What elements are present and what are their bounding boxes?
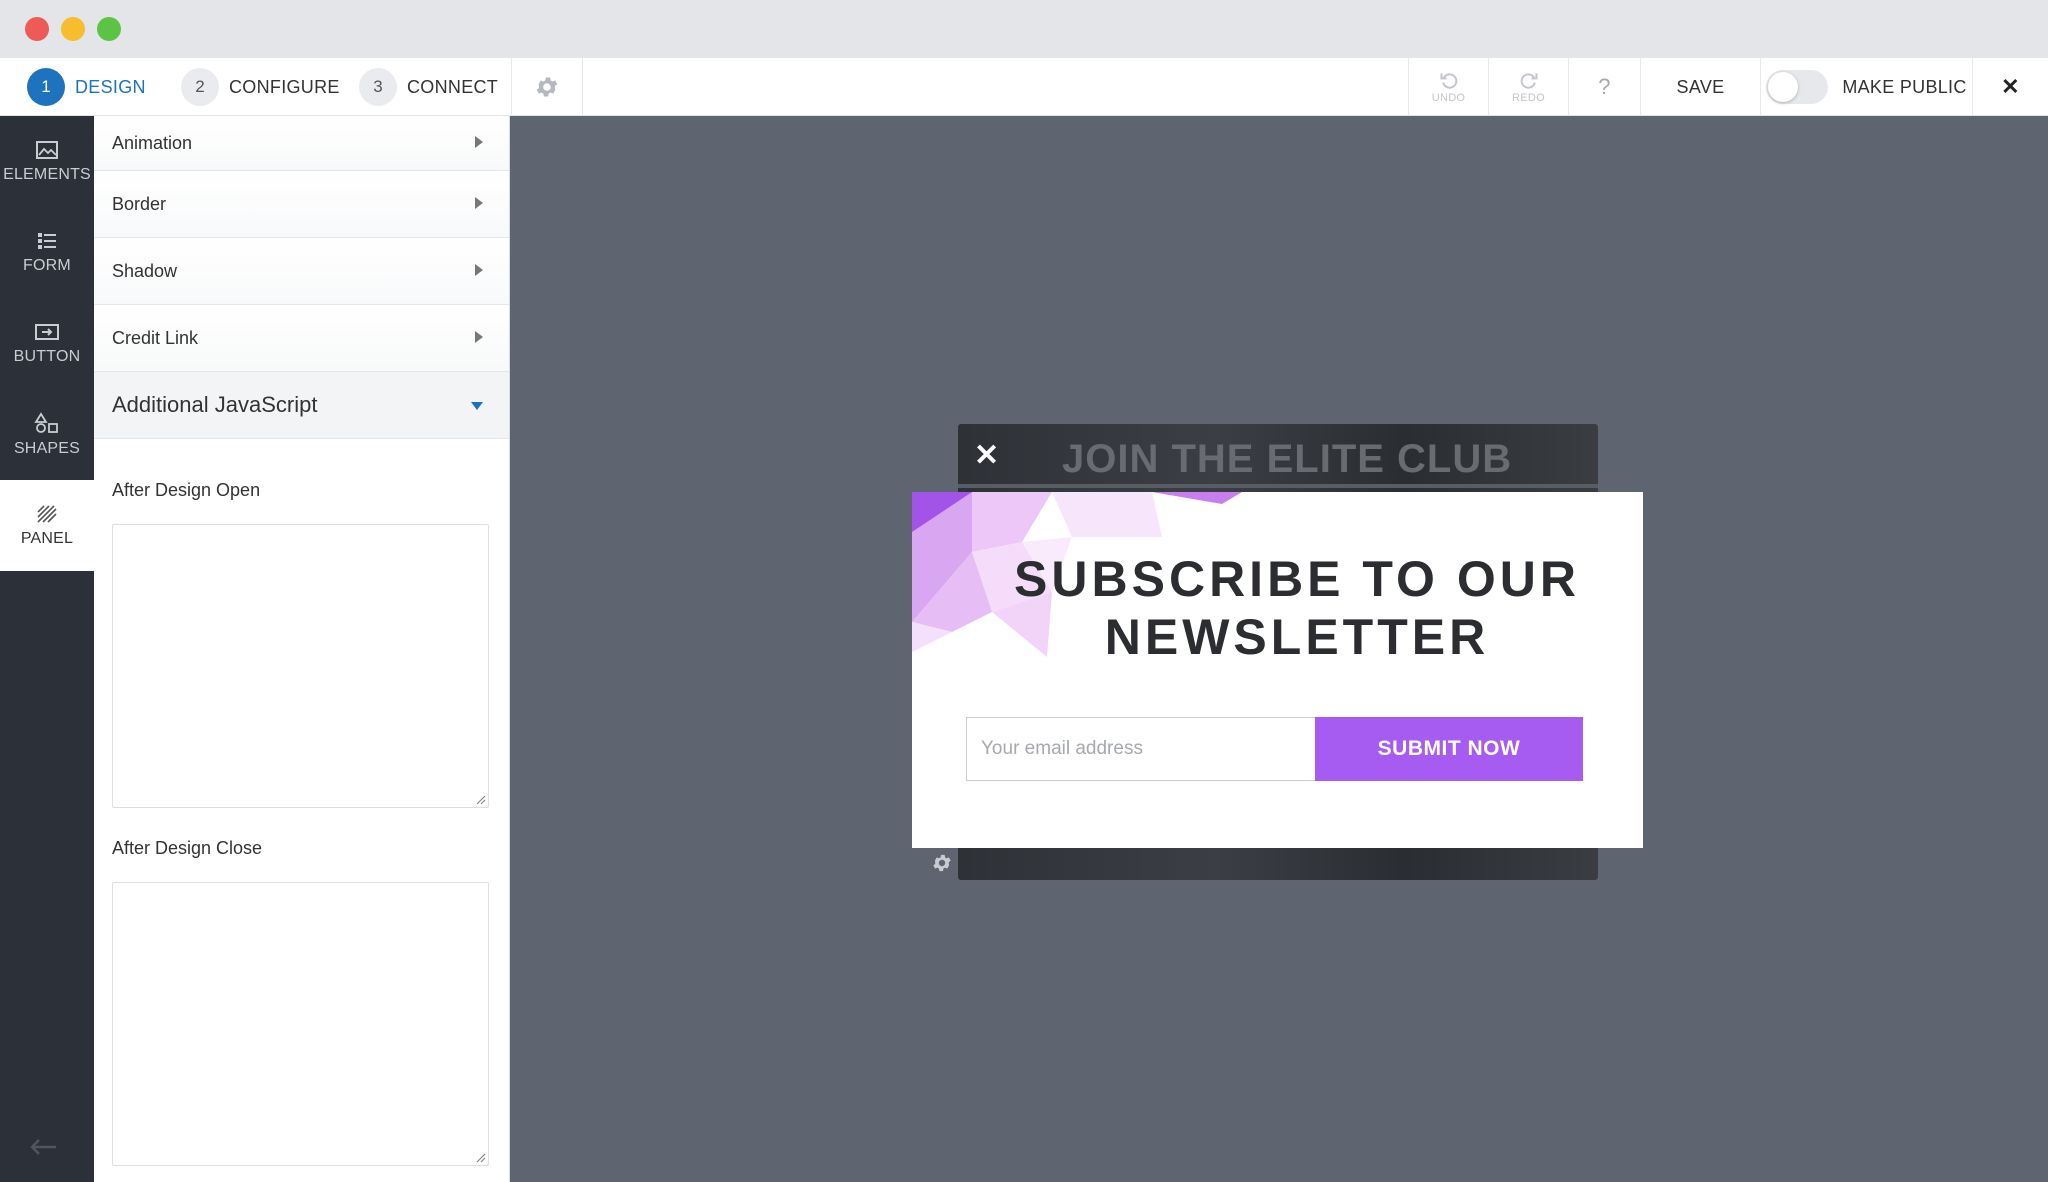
after-close-textarea[interactable] [112,882,489,1166]
gear-icon [933,854,951,872]
popup-close-button[interactable]: ✕ [974,438,999,473]
section-shadow[interactable]: Shadow [94,238,509,305]
section-label: Additional JavaScript [112,392,318,417]
step-configure[interactable]: 2 CONFIGURE [181,68,340,106]
step-label: CONFIGURE [229,76,340,97]
caret-right-icon [475,136,483,148]
step-label: DESIGN [75,76,146,97]
undo-button[interactable]: UNDO [1408,58,1488,116]
help-button[interactable]: ? [1568,58,1640,116]
redo-label: REDO [1512,92,1545,104]
panel-icon [37,504,57,523]
rail-label: ELEMENTS [3,165,91,183]
save-label: SAVE [1676,76,1725,97]
arrow-left-icon [30,1139,56,1155]
headline-line-2: NEWSLETTER [1104,609,1490,665]
after-open-textarea[interactable] [112,524,489,808]
headline-line-1: SUBSCRIBE TO OUR [1014,551,1580,607]
caret-right-icon [475,264,483,276]
save-button[interactable]: SAVE [1640,58,1760,116]
decor-stripe [958,484,1598,488]
step-number: 3 [359,68,397,106]
step-label: CONNECT [407,76,499,97]
element-settings-button[interactable] [931,852,953,879]
window-minimize-button[interactable] [61,17,85,41]
section-credit-link[interactable]: Credit Link [94,305,509,372]
help-icon: ? [1598,74,1611,99]
toggle-knob [1768,72,1799,102]
list-icon [38,232,56,249]
rail-item-shapes[interactable]: SHAPES [0,389,94,480]
window-close-button[interactable] [25,17,49,41]
make-public-control[interactable]: MAKE PUBLIC [1760,58,1972,116]
step-design[interactable]: 1 DESIGN [27,68,146,106]
undo-icon [1440,73,1457,89]
after-open-label: After Design Open [112,480,261,500]
after-close-label: After Design Close [112,838,263,858]
rail-label: FORM [23,256,71,274]
window-maximize-button[interactable] [97,17,121,41]
rail-label: BUTTON [13,347,81,365]
caret-right-icon [475,197,483,209]
settings-button[interactable] [511,58,583,116]
section-label: Credit Link [112,327,199,348]
button-icon [35,323,59,340]
shapes-icon [34,411,58,433]
caret-right-icon [475,331,483,343]
step-number: 2 [181,68,219,106]
close-editor-button[interactable]: ✕ [1972,58,2048,116]
rail-label: PANEL [20,529,74,547]
submit-button[interactable]: SUBMIT NOW [1315,717,1583,781]
section-label: Border [112,193,167,214]
section-label: Animation [112,132,193,153]
resize-handle-icon[interactable] [474,793,486,805]
close-icon: ✕ [2001,74,2020,99]
rail-item-form[interactable]: FORM [0,207,94,298]
rail-label: SHAPES [13,439,81,457]
step-number: 1 [27,68,65,106]
settings-panel: Animation Border Shadow Credit Link Addi… [94,116,510,1182]
image-icon [36,140,58,159]
caret-down-icon [471,402,483,410]
rail-item-elements[interactable]: ELEMENTS [0,116,94,207]
background-title: JOIN THE ELITE CLUB [1062,437,1513,481]
section-additional-javascript[interactable]: Additional JavaScript [94,372,509,439]
rail-item-panel[interactable]: PANEL [0,480,94,571]
redo-icon [1520,73,1537,89]
section-label: Shadow [112,260,178,281]
make-public-label: MAKE PUBLIC [1842,76,1967,97]
make-public-toggle[interactable] [1766,70,1829,104]
redo-button[interactable]: REDO [1488,58,1568,116]
email-input[interactable]: Your email address [966,717,1315,781]
newsletter-popup[interactable]: SUBSCRIBE TO OUR NEWSLETTER Your email a… [912,492,1643,848]
resize-handle-icon[interactable] [474,1151,486,1163]
section-border[interactable]: Border [94,171,509,238]
close-icon: ✕ [974,439,1000,472]
gear-icon [536,77,558,97]
window-titlebar [0,0,2048,58]
step-connect[interactable]: 3 CONNECT [359,68,498,106]
tool-rail: ELEMENTS FORM BUTTON SHAPES PANEL [0,116,94,1182]
undo-label: UNDO [1431,92,1466,104]
top-toolbar: 1 DESIGN 2 CONFIGURE 3 CONNECT UNDO REDO… [0,58,2048,116]
section-animation[interactable]: Animation [94,116,509,171]
collapse-rail-button[interactable] [28,1137,58,1162]
rail-item-button[interactable]: BUTTON [0,298,94,389]
popup-headline: SUBSCRIBE TO OUR NEWSLETTER [972,550,1622,666]
